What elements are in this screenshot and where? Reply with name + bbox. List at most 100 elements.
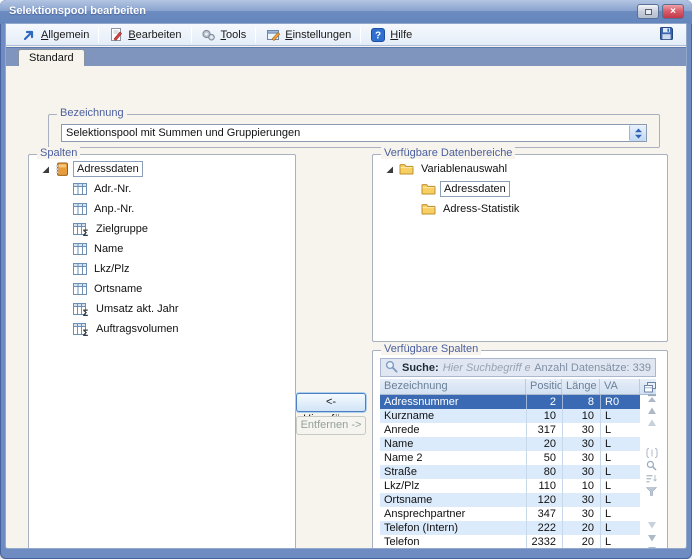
table-row[interactable]: Lkz/Plz 110 10 L xyxy=(380,479,640,493)
group-bezeichnung: Bezeichnung Selektionspool mit Summen un… xyxy=(48,107,660,148)
scroll-up-icon[interactable] xyxy=(645,417,658,428)
header-va[interactable]: VA xyxy=(600,379,640,394)
combobox-dropdown-button[interactable] xyxy=(629,125,646,141)
table-row[interactable]: Name 20 30 L xyxy=(380,437,640,451)
table-cell: 10 xyxy=(562,409,600,423)
add-button[interactable]: <- Hinzufügen xyxy=(296,393,366,425)
toolbar-item-einstellungen[interactable]: Einstellungen xyxy=(258,25,358,45)
toolbar-item-allgemein[interactable]: Allgemein xyxy=(14,25,96,45)
toolbar-item-tools[interactable]: Tools xyxy=(194,25,254,45)
table-cell: 30 xyxy=(562,451,600,465)
table-cell: Telefon (Intern) xyxy=(384,522,458,534)
sort-icon[interactable] xyxy=(645,473,658,484)
tree-item[interactable]: Σ Umsatz akt. Jahr xyxy=(33,299,291,319)
svg-text:Σ: Σ xyxy=(82,329,88,336)
move-up-icon[interactable] xyxy=(645,405,658,416)
toolbar-separator xyxy=(255,26,257,43)
header-bezeichnung[interactable]: Bezeichnung xyxy=(380,379,526,394)
table-cell: 222 xyxy=(526,521,562,535)
title-bar[interactable]: Selektionspool bearbeiten × xyxy=(0,0,692,24)
table-row[interactable]: Straße 80 30 L xyxy=(380,465,640,479)
scroll-down-icon[interactable] xyxy=(645,519,658,530)
maximize-icon xyxy=(644,8,652,15)
client-area: Allgemein Bearbeiten Tools Einstellungen… xyxy=(6,24,686,548)
table-cell: 317 xyxy=(526,423,562,437)
table-cell: Adressnummer xyxy=(384,396,459,408)
table-row[interactable]: Name 2 50 30 L xyxy=(380,451,640,465)
table-cell: L xyxy=(600,507,640,521)
move-down-icon[interactable] xyxy=(645,532,658,543)
tree-item[interactable]: Anp.-Nr. xyxy=(33,199,291,219)
folder-icon xyxy=(421,203,436,215)
filter-icon[interactable] xyxy=(645,486,658,497)
table-row[interactable]: Ansprechpartner 347 30 L xyxy=(380,507,640,521)
table-row[interactable]: Ortsname 120 30 L xyxy=(380,493,640,507)
tab-standard[interactable]: Standard xyxy=(18,49,85,66)
tree-node-label: Adressdaten xyxy=(73,161,143,177)
bezeichnung-value: Selektionspool mit Summen und Gruppierun… xyxy=(66,127,301,139)
updown-arrows-icon xyxy=(634,128,642,138)
tree-item-label: Zielgruppe xyxy=(96,223,148,235)
table-row[interactable]: Anrede 317 30 L xyxy=(380,423,640,437)
table-cell: 20 xyxy=(526,437,562,451)
tree-item[interactable]: Adressdaten xyxy=(377,179,663,199)
table-row[interactable]: Telefon 2332 20 L xyxy=(380,535,640,548)
table-row[interactable]: Kurzname 10 10 L xyxy=(380,409,640,423)
search-input[interactable]: Suche: Hier Suchbegriff eingebe Anzahl D… xyxy=(380,358,656,377)
tree-item[interactable]: Name xyxy=(33,239,291,259)
group-datenbereiche-label: Verfügbare Datenbereiche xyxy=(381,147,516,159)
tree-item[interactable]: Adress-Statistik xyxy=(377,199,663,219)
move-bottom-icon[interactable] xyxy=(645,545,658,548)
tree-item[interactable]: Adr.-Nr. xyxy=(33,179,291,199)
table-cell: L xyxy=(600,521,640,535)
tree-item-label: Auftragsvolumen xyxy=(96,323,179,335)
table-cell: 30 xyxy=(562,507,600,521)
tree-item-label: Ortsname xyxy=(94,283,143,295)
table-row[interactable]: Adressnummer 2 8 R0 xyxy=(380,395,640,409)
maximize-button[interactable] xyxy=(637,4,659,19)
table-cell: 30 xyxy=(562,437,600,451)
table-cell: L xyxy=(600,423,640,437)
table-cell: 2 xyxy=(526,395,562,409)
header-position[interactable]: Position xyxy=(526,379,562,394)
tree-item-label: Lkz/Plz xyxy=(94,263,130,275)
close-button[interactable]: × xyxy=(662,4,684,19)
bezeichnung-combobox[interactable]: Selektionspool mit Summen und Gruppierun… xyxy=(61,124,647,142)
table-cell: Name 2 xyxy=(384,452,423,464)
address-book-icon xyxy=(55,162,69,176)
folder-icon xyxy=(399,163,414,175)
tree-item[interactable]: Σ Zielgruppe xyxy=(33,219,291,239)
toolbar-item-hilfe[interactable]: ? Hilfe xyxy=(363,25,419,45)
toolbar-item-bearbeiten[interactable]: Bearbeiten xyxy=(101,25,188,45)
tree-node-adressdaten[interactable]: Adressdaten xyxy=(33,159,291,179)
group-bezeichnung-label: Bezeichnung xyxy=(57,107,127,119)
header-laenge[interactable]: Länge xyxy=(562,379,600,394)
tree-item-label: Umsatz akt. Jahr xyxy=(96,303,179,315)
expander-open-icon[interactable] xyxy=(41,165,51,174)
column-chooser-icon[interactable] xyxy=(640,379,656,394)
tree-item[interactable]: Lkz/Plz xyxy=(33,259,291,279)
tree-item[interactable]: Ortsname xyxy=(33,279,291,299)
band-selection-icon[interactable] xyxy=(645,447,658,458)
tree-item[interactable]: Σ Auftragsvolumen xyxy=(33,319,291,339)
table-cell: L xyxy=(600,451,640,465)
group-spalten: Spalten Adressdaten Adr.-Nr. Anp.-Nr. Σ Zie… xyxy=(28,147,296,548)
toolbar-separator xyxy=(98,26,100,43)
incremental-search-icon[interactable] xyxy=(645,460,658,471)
save-icon xyxy=(658,25,674,41)
table-cell: 120 xyxy=(526,493,562,507)
table-cell: Kurzname xyxy=(384,410,435,422)
remove-button[interactable]: Entfernen -> xyxy=(296,416,366,435)
save-button[interactable] xyxy=(654,24,678,46)
tree-node-label: Variablenauswahl xyxy=(421,163,508,175)
table-cell: 50 xyxy=(526,451,562,465)
datenbereiche-tree-items: Adressdaten Adress-Statistik xyxy=(377,179,663,219)
dialog-window: Selektionspool bearbeiten × Allgemein Be… xyxy=(0,0,692,559)
move-top-icon[interactable] xyxy=(645,393,658,404)
search-icon xyxy=(385,360,398,376)
expander-open-icon[interactable] xyxy=(385,165,395,174)
settings-window-icon xyxy=(265,27,281,43)
table-column-icon xyxy=(73,283,87,295)
tree-node-variablenauswahl[interactable]: Variablenauswahl xyxy=(377,159,663,179)
table-row[interactable]: Telefon (Intern) 222 20 L xyxy=(380,521,640,535)
